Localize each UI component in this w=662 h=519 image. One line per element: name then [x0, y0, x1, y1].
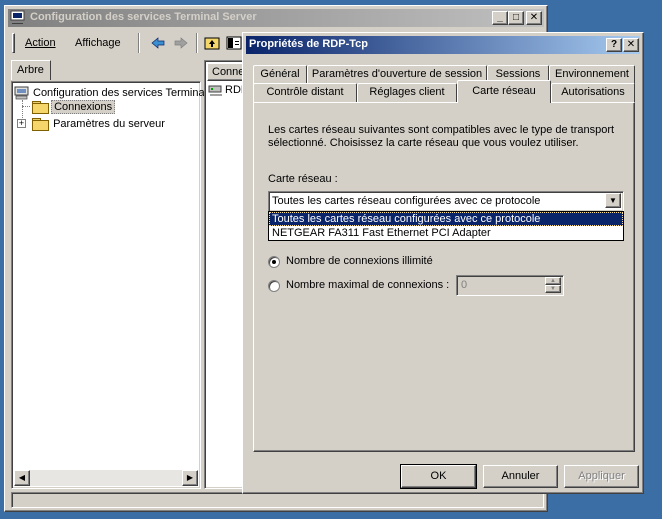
network-connection-icon [208, 84, 224, 98]
maximize-icon: □ [512, 12, 520, 23]
toolbar-separator-2 [196, 33, 198, 53]
folder-open-icon [32, 101, 49, 115]
max-connections-spinner[interactable]: 0 ▲ ▼ [456, 275, 564, 296]
back-arrow-icon[interactable] [150, 35, 166, 51]
show-hide-tree-icon[interactable] [226, 35, 242, 51]
help-button[interactable]: ? [606, 38, 622, 52]
tab-permissions-label: Autorisations [561, 86, 625, 98]
cancel-button[interactable]: Annuler [483, 465, 558, 488]
tree-root-label: Configuration des services Termina [33, 87, 205, 99]
dialog-close-icon: ✕ [626, 39, 636, 50]
tree-line-h [22, 106, 30, 107]
help-icon: ? [610, 39, 618, 50]
left-pane-tab-label: Arbre [17, 64, 44, 76]
tree-root[interactable]: Configuration des services Termina [14, 86, 205, 100]
tab-client-settings[interactable]: Réglages client [357, 83, 457, 102]
tree-item-connections-label: Connexions [51, 100, 116, 114]
left-pane-tab[interactable]: Arbre [11, 60, 51, 80]
tree-pane: Configuration des services Termina Conne… [11, 81, 205, 489]
main-title-bar[interactable]: Configuration des services Terminal Serv… [8, 9, 544, 27]
tab-environment-label: Environnement [555, 68, 629, 80]
tab-general-label: Général [260, 68, 300, 80]
tab-network-adapter-label: Carte réseau [472, 85, 536, 97]
radio-unlimited-label[interactable]: Nombre de connexions illimité [286, 255, 433, 267]
apply-button-label: Appliquer [578, 470, 625, 482]
adapter-dropdown-list: Toutes les cartes réseau configurées ave… [268, 211, 624, 241]
adapter-combobox-value: Toutes les cartes réseau configurées ave… [272, 195, 541, 207]
scroll-right-icon: ▶ [186, 473, 194, 482]
radio-max-connections[interactable] [268, 280, 280, 292]
tab-network-adapter[interactable]: Carte réseau [457, 80, 551, 103]
expand-plus-icon[interactable]: + [17, 119, 26, 128]
forward-arrow-icon[interactable] [173, 35, 189, 51]
dialog-title: Propriétés de RDP-Tcp [249, 38, 368, 50]
computer-icon [14, 86, 30, 100]
tab-sessions-label: Sessions [495, 68, 541, 80]
minimize-button[interactable]: _ [492, 11, 508, 25]
spinner-down-button[interactable]: ▼ [545, 285, 561, 293]
adapter-option-netgear[interactable]: NETGEAR FA311 Fast Ethernet PCI Adapter [269, 226, 623, 240]
description-text: Les cartes réseau suivantes sont compati… [268, 124, 615, 149]
tab-page: Les cartes réseau suivantes sont compati… [253, 102, 635, 452]
list-item-rdp[interactable]: RDP [208, 84, 248, 98]
tree-item-connections[interactable]: Connexions [32, 100, 116, 115]
properties-dialog: Propriétés de RDP-Tcp ? ✕ Général Paramè… [242, 32, 644, 494]
ok-button-label: OK [430, 470, 447, 482]
tree-hscrollbar[interactable]: ◀ ▶ [14, 470, 198, 486]
menu-view[interactable]: Affichage [75, 37, 121, 49]
max-connections-value: 0 [461, 279, 468, 291]
folder-icon [32, 118, 49, 132]
adapter-option-all-label: Toutes les cartes réseau configurées ave… [272, 213, 541, 225]
main-window-title: Configuration des services Terminal Serv… [30, 11, 257, 23]
up-folder-icon[interactable] [204, 35, 220, 51]
dialog-close-button[interactable]: ✕ [623, 38, 639, 52]
adapter-option-all[interactable]: Toutes les cartes réseau configurées ave… [269, 212, 623, 226]
maximize-button[interactable]: □ [508, 11, 524, 25]
radio-max-connections-label[interactable]: Nombre maximal de connexions : [286, 279, 449, 291]
chevron-down-icon: ▼ [609, 196, 617, 205]
menu-action[interactable]: Action [25, 37, 56, 49]
adapter-combobox[interactable]: Toutes les cartes réseau configurées ave… [268, 191, 624, 212]
cancel-button-label: Annuler [501, 470, 540, 482]
tab-client-settings-label: Réglages client [369, 86, 445, 98]
toolbar-grip [12, 33, 15, 53]
scroll-right-button[interactable]: ▶ [182, 470, 198, 486]
dialog-title-bar[interactable]: Propriétés de RDP-Tcp ? ✕ [246, 36, 640, 54]
close-button[interactable]: ✕ [526, 11, 542, 25]
spinner-up-button[interactable]: ▲ [545, 277, 561, 285]
tree-item-server-settings-label: Paramètres du serveur [53, 118, 165, 130]
tab-permissions[interactable]: Autorisations [551, 83, 635, 102]
tab-remote-control-label: Contrôle distant [266, 86, 344, 98]
tree-item-server-settings[interactable]: Paramètres du serveur [32, 117, 165, 132]
tab-general[interactable]: Général [253, 65, 307, 84]
scroll-left-button[interactable]: ◀ [14, 470, 30, 486]
adapter-label: Carte réseau : [268, 173, 338, 185]
tab-remote-control[interactable]: Contrôle distant [253, 83, 357, 102]
status-bar [11, 492, 544, 508]
close-icon: ✕ [529, 12, 539, 23]
apply-button[interactable]: Appliquer [564, 465, 639, 488]
radio-unlimited[interactable] [268, 256, 280, 268]
spinner-up-icon: ▲ [550, 278, 556, 284]
tab-logon-settings-label: Paramètres d'ouverture de session [311, 68, 483, 80]
spinner-down-icon: ▼ [550, 286, 556, 292]
tab-environment[interactable]: Environnement [549, 65, 635, 84]
scroll-left-icon: ◀ [18, 473, 26, 482]
minimize-icon: _ [497, 12, 503, 23]
adapter-option-netgear-label: NETGEAR FA311 Fast Ethernet PCI Adapter [272, 227, 491, 239]
adapter-dropdown-button[interactable]: ▼ [605, 193, 621, 208]
app-icon [10, 10, 26, 25]
ok-button[interactable]: OK [400, 464, 477, 489]
toolbar-separator [138, 33, 140, 53]
